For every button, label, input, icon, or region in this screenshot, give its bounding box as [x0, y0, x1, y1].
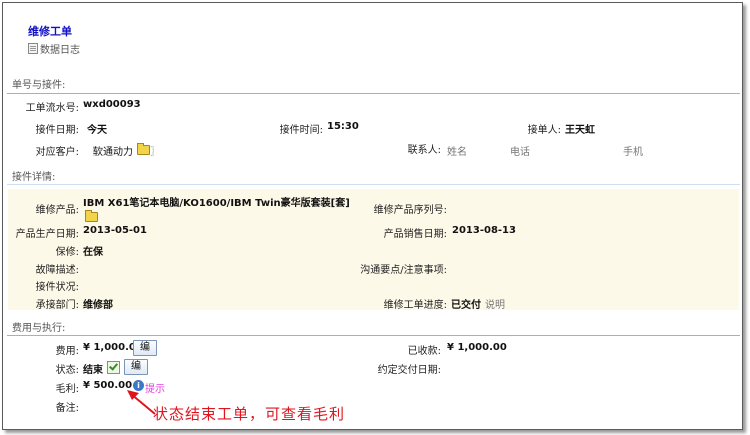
pickup-time-label: 接件时间: — [279, 125, 323, 136]
contact-phone-field[interactable]: 电话 — [510, 143, 530, 158]
section-divider — [7, 184, 740, 185]
pickup-time-value: 15:30 — [327, 121, 359, 132]
status-value: 结束 — [83, 365, 103, 376]
contact-mobile-field[interactable]: 手机 — [623, 143, 643, 158]
delivery-date-label: 约定交付日期: — [377, 365, 441, 376]
contact-name-field[interactable]: 姓名 — [447, 143, 467, 158]
section-divider — [7, 93, 740, 94]
section-order-pickup: 单号与接件: — [12, 80, 66, 91]
edit-fee-button[interactable]: 编 — [133, 340, 157, 356]
progress-value: 已交付 — [451, 300, 481, 311]
product-value: IBM X61笔记本电脑/KO1600/IBM Twin豪华版套装[套] — [83, 198, 350, 209]
dept-label: 承接部门: — [35, 300, 79, 311]
warranty-label: 保修: — [55, 247, 79, 258]
notes-label: 沟通要点/注意事项: — [360, 265, 447, 276]
fee-label: 费用: — [55, 346, 79, 357]
data-log-label: 数据日志 — [40, 45, 80, 56]
receiver-value: 王天虹 — [565, 125, 595, 136]
page-title: 维修工单 — [28, 25, 72, 38]
prod-date-label: 产品生产日期: — [15, 229, 79, 240]
status-label: 状态: — [55, 365, 79, 376]
product-label: 维修产品: — [35, 205, 79, 216]
folder-icon[interactable] — [85, 210, 98, 222]
prod-date-value: 2013-05-01 — [83, 225, 147, 236]
work-order-panel: 维修工单 数据日志 单号与接件: 工单流水号: wxd00093 接件日期: 今… — [2, 2, 743, 430]
progress-label: 维修工单进度: — [383, 300, 447, 311]
annotation-text: 状态结束工单，可查看毛利 — [153, 405, 346, 423]
warranty-value: 在保 — [83, 247, 103, 258]
progress-note[interactable]: 说明 — [485, 296, 505, 311]
document-icon — [28, 43, 38, 54]
serial-value: wxd00093 — [83, 99, 141, 110]
section-pickup-detail: 接件详情: — [12, 172, 56, 183]
section-cost-exec: 费用与执行: — [12, 323, 66, 334]
fault-label: 故障描述: — [35, 265, 79, 276]
pickup-date-label: 接件日期: — [35, 125, 79, 136]
dept-value: 维修部 — [83, 300, 113, 311]
status-check-icon[interactable] — [107, 361, 120, 374]
remark-label: 备注: — [55, 403, 79, 414]
received-value: ¥ 1,000.00 — [447, 342, 507, 353]
receiver-label: 接单人: — [527, 125, 561, 136]
section-divider — [7, 335, 740, 336]
customer-bracket-close: 〗 — [150, 147, 160, 158]
received-label: 已收款: — [407, 346, 441, 357]
product-serial-label: 维修产品序列号: — [373, 205, 447, 216]
folder-icon[interactable] — [137, 143, 150, 155]
data-log-link[interactable]: 数据日志 — [28, 41, 80, 56]
edit-status-button[interactable]: 编 — [124, 359, 148, 375]
sale-date-value: 2013-08-13 — [452, 225, 516, 236]
serial-label: 工单流水号: — [25, 103, 79, 114]
profit-label: 毛利: — [55, 384, 79, 395]
contact-label: 联系人: — [407, 145, 441, 156]
pickup-date-value: 今天 — [87, 125, 107, 136]
condition-label: 接件状况: — [35, 282, 79, 293]
customer-value[interactable]: 软通动力 — [93, 143, 133, 158]
customer-label: 对应客户: — [35, 147, 79, 158]
sale-date-label: 产品销售日期: — [383, 229, 447, 240]
